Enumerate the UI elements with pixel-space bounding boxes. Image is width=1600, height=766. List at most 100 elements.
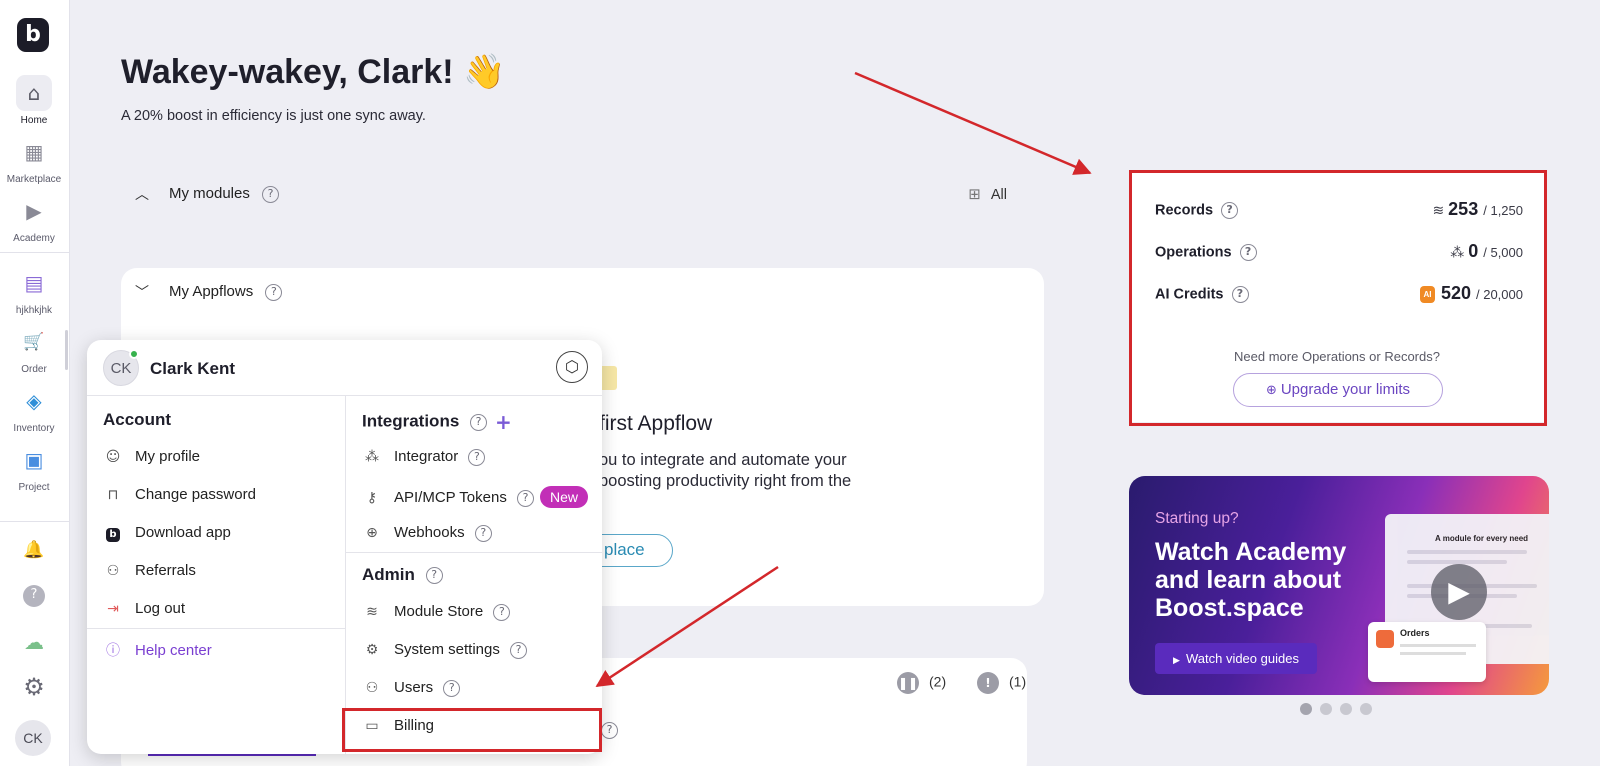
user-name: Clark Kent bbox=[150, 359, 236, 378]
sidebar-item-home[interactable]: ⌂ Home bbox=[0, 75, 68, 126]
sidebar-item-label: Marketplace bbox=[6, 174, 62, 185]
play-icon: ▶ bbox=[26, 199, 42, 223]
all-modules-button[interactable]: ⊞ All bbox=[968, 185, 1007, 203]
academy-banner[interactable]: Starting up? Watch Academy and learn abo… bbox=[1129, 476, 1549, 695]
shot-line bbox=[1400, 644, 1476, 647]
cart-icon: 🛒 bbox=[23, 332, 45, 352]
menu-item-label: Download app bbox=[135, 524, 231, 541]
bell-icon[interactable]: 🔔 bbox=[18, 534, 50, 566]
play-video-icon[interactable]: ▶ bbox=[1431, 564, 1487, 620]
layers-icon: ≋ bbox=[366, 604, 378, 620]
users-icon: ⚇ bbox=[365, 680, 379, 696]
menu-divider bbox=[87, 628, 345, 629]
sidebar-item-project[interactable]: ▣ Project bbox=[0, 442, 68, 493]
sidebar-item-order[interactable]: 🛒 Order bbox=[0, 324, 68, 375]
help-icon[interactable]: ? bbox=[517, 489, 535, 507]
sidebar-item-academy[interactable]: ▶ Academy bbox=[0, 193, 68, 244]
all-label: All bbox=[990, 187, 1007, 203]
sidebar-divider bbox=[0, 252, 69, 253]
menu-item-module-store[interactable]: ≋ Module Store ? bbox=[362, 603, 511, 621]
play-icon: ▶ bbox=[1173, 656, 1180, 666]
admin-heading: Admin ? bbox=[362, 565, 443, 585]
book-icon: ▤ bbox=[24, 271, 44, 295]
heading-label: Admin bbox=[362, 565, 415, 584]
clipboard-icon: ▣ bbox=[24, 448, 44, 472]
watch-video-guides-button[interactable]: ▶ Watch video guides bbox=[1155, 643, 1317, 674]
section-title: My modules bbox=[169, 185, 250, 202]
menu-item-integrator[interactable]: ⁂ Integrator ? bbox=[362, 448, 486, 466]
menu-item-log-out[interactable]: ⇥ Log out bbox=[103, 600, 185, 617]
sidebar-scrollbar[interactable] bbox=[65, 330, 68, 370]
sidebar-item-label: Project bbox=[18, 482, 50, 493]
menu-item-help-center[interactable]: ⓘ Help center bbox=[103, 640, 212, 660]
sidebar-divider bbox=[0, 521, 69, 522]
online-status-icon bbox=[129, 349, 139, 359]
menu-item-system-settings[interactable]: ⚙ System settings ? bbox=[362, 641, 528, 659]
shot-title: A module for every need bbox=[1435, 534, 1529, 543]
paused-count[interactable]: ❚❚ (2) bbox=[897, 672, 946, 694]
carousel-dot[interactable] bbox=[1320, 703, 1332, 715]
help-icon[interactable]: ? bbox=[443, 679, 461, 697]
my-modules-label[interactable]: My modules ? bbox=[169, 185, 280, 203]
menu-item-webhooks[interactable]: ⊕ Webhooks ? bbox=[362, 524, 492, 542]
help-icon[interactable]: ? bbox=[265, 283, 283, 301]
menu-item-referrals[interactable]: ⚇ Referrals bbox=[103, 562, 196, 579]
highlight-box-limits bbox=[1129, 170, 1547, 426]
workspace-settings-icon[interactable]: ⬡ bbox=[556, 351, 588, 383]
menu-item-label: Help center bbox=[135, 642, 212, 659]
menu-item-label: Integrator bbox=[394, 448, 459, 465]
help-circle-icon: ⓘ bbox=[106, 643, 120, 659]
menu-item-label: System settings bbox=[394, 641, 500, 658]
carousel-dot[interactable] bbox=[1340, 703, 1352, 715]
appflow-description: ou to integrate and automate your boosti… bbox=[599, 451, 852, 490]
my-appflows-label[interactable]: My Appflows ? bbox=[169, 283, 283, 301]
new-badge: New bbox=[540, 486, 589, 508]
globe-icon: ⊕ bbox=[366, 525, 378, 541]
account-heading: Account bbox=[103, 410, 171, 429]
chevron-up-icon[interactable]: ︿ bbox=[135, 184, 149, 204]
app-logo[interactable]: b bbox=[17, 18, 49, 52]
menu-item-label: My profile bbox=[135, 448, 201, 465]
sidebar-item-inventory[interactable]: ◈ Inventory bbox=[0, 383, 68, 434]
help-icon[interactable]: ? bbox=[425, 567, 443, 585]
menu-item-download-app[interactable]: b Download app bbox=[103, 524, 231, 542]
carousel-dot[interactable] bbox=[1300, 703, 1312, 715]
sidebar-item-marketplace[interactable]: ▦ Marketplace bbox=[0, 134, 68, 185]
arrow-to-limits bbox=[854, 71, 1092, 175]
menu-divider bbox=[346, 552, 602, 553]
box-icon: ◈ bbox=[26, 389, 42, 413]
menu-item-users[interactable]: ⚇ Users ? bbox=[362, 679, 461, 697]
help-icon[interactable]: ? bbox=[262, 185, 280, 203]
home-icon: ⌂ bbox=[16, 75, 52, 111]
menu-item-label: Change password bbox=[135, 486, 256, 503]
cloud-check-icon[interactable]: ☁ bbox=[18, 626, 50, 658]
error-value: (1) bbox=[1009, 673, 1027, 690]
chevron-down-icon[interactable]: ﹀ bbox=[135, 282, 149, 302]
button-label: Watch video guides bbox=[1185, 651, 1299, 666]
shot-line bbox=[1400, 652, 1466, 655]
my-modules-section: ︿ My modules ? ⊞ All bbox=[121, 174, 1027, 214]
orders-icon bbox=[1376, 630, 1394, 648]
add-integration-icon[interactable]: + bbox=[495, 410, 512, 434]
help-icon[interactable]: ? bbox=[510, 641, 528, 659]
menu-item-api-tokens[interactable]: ⚷ API/MCP Tokens ? New bbox=[362, 486, 589, 508]
sidebar-item-label: Home bbox=[20, 115, 48, 126]
sidebar-item-hjkhkjhk[interactable]: ▤ hjkhkjhk bbox=[0, 265, 68, 316]
help-icon[interactable]: ? bbox=[474, 524, 492, 542]
carousel-dot[interactable] bbox=[1360, 703, 1372, 715]
question-icon[interactable]: ? bbox=[18, 580, 50, 612]
help-icon[interactable]: ? bbox=[468, 448, 486, 466]
error-count[interactable]: ! (1) bbox=[977, 672, 1026, 694]
integrator-icon: ⁂ bbox=[365, 449, 379, 465]
menu-item-change-password[interactable]: ⊓ Change password bbox=[103, 486, 256, 503]
help-icon[interactable]: ? bbox=[470, 413, 488, 431]
sidebar-item-label: Academy bbox=[13, 233, 55, 244]
menu-item-my-profile[interactable]: ☺ My profile bbox=[103, 448, 200, 465]
sidebar-item-label: Order bbox=[21, 364, 47, 375]
menu-item-label: Log out bbox=[135, 600, 186, 617]
help-icon[interactable]: ? bbox=[493, 603, 511, 621]
help-icon[interactable]: ? bbox=[601, 722, 618, 739]
gear-icon[interactable]: ⚙ bbox=[18, 671, 50, 703]
banner-title: Watch Academy and learn about Boost.spac… bbox=[1155, 538, 1347, 622]
avatar[interactable]: CK bbox=[15, 720, 51, 756]
